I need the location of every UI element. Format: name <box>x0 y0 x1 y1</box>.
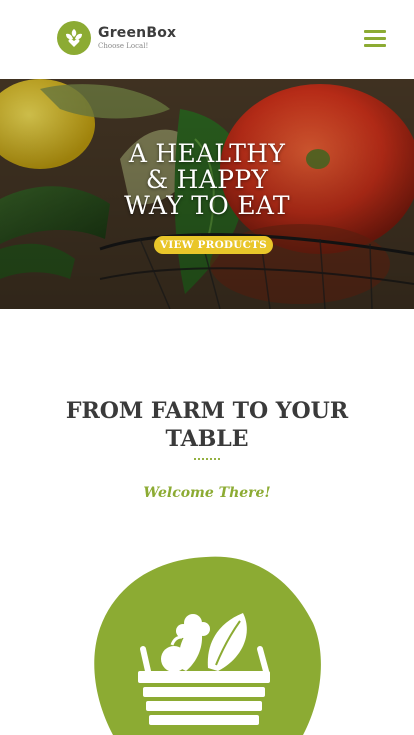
hero-banner: A HEALTHY & HAPPY WAY TO EAT VIEW PRODUC… <box>0 79 414 309</box>
leaf-heart-logo-icon <box>57 21 91 55</box>
brand-tagline: Choose Local! <box>98 42 149 50</box>
logo[interactable]: GreenBox Choose Local! <box>57 21 176 55</box>
dotted-divider <box>193 458 220 460</box>
site-header: GreenBox Choose Local! <box>0 0 414 79</box>
vegetable-basket-icon <box>94 556 321 735</box>
welcome-subtitle: Welcome There! <box>143 485 271 501</box>
hamburger-icon[interactable] <box>364 30 386 48</box>
brand-name: GreenBox <box>98 25 177 41</box>
section-title: FROM FARM TO YOUR TABLE <box>65 398 349 452</box>
hero-title: A HEALTHY & HAPPY WAY TO EAT <box>124 139 290 220</box>
view-products-button[interactable]: VIEW PRODUCTS <box>154 236 273 254</box>
